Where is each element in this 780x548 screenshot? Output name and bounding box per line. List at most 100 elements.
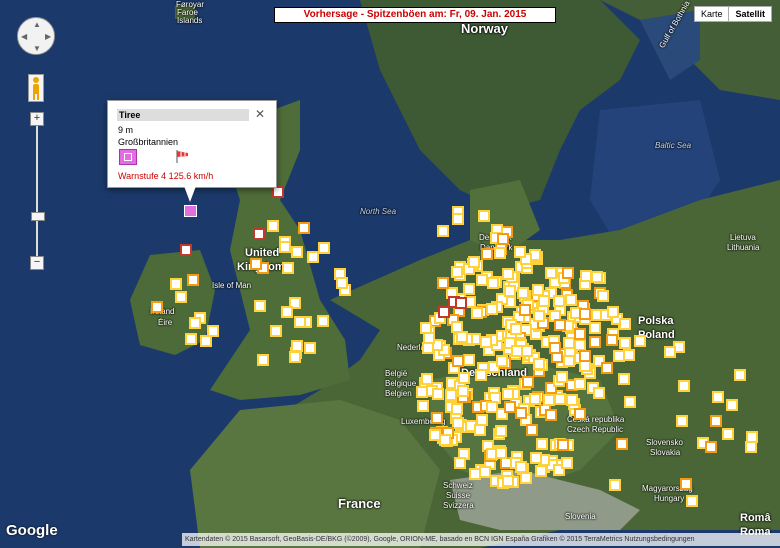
station-marker[interactable] xyxy=(282,262,294,274)
pan-down-icon[interactable]: ▼ xyxy=(33,44,41,53)
station-marker[interactable] xyxy=(151,301,163,313)
station-marker[interactable] xyxy=(536,438,548,450)
station-marker[interactable] xyxy=(445,389,457,401)
station-marker[interactable] xyxy=(478,210,490,222)
pan-right-icon[interactable]: ▶ xyxy=(45,32,51,41)
station-marker[interactable] xyxy=(623,349,635,361)
station-marker[interactable] xyxy=(553,295,565,307)
station-marker[interactable] xyxy=(529,393,541,405)
station-marker[interactable] xyxy=(185,333,197,345)
station-marker[interactable] xyxy=(454,457,466,469)
station-marker[interactable] xyxy=(543,394,555,406)
station-marker[interactable] xyxy=(481,248,493,260)
station-marker[interactable] xyxy=(270,325,282,337)
station-marker[interactable] xyxy=(726,399,738,411)
station-marker-red[interactable] xyxy=(438,306,450,318)
selected-station-marker[interactable] xyxy=(184,205,197,217)
station-marker[interactable] xyxy=(589,322,601,334)
station-marker[interactable] xyxy=(495,447,507,459)
station-marker[interactable] xyxy=(574,408,586,420)
station-marker[interactable] xyxy=(494,247,506,259)
station-marker[interactable] xyxy=(502,475,514,487)
station-marker[interactable] xyxy=(686,495,698,507)
station-marker[interactable] xyxy=(619,318,631,330)
station-marker[interactable] xyxy=(289,351,301,363)
station-marker[interactable] xyxy=(601,362,613,374)
station-marker[interactable] xyxy=(175,291,187,303)
station-marker[interactable] xyxy=(510,323,522,335)
map-attribution[interactable]: Kartendaten © 2015 Basarsoft, GeoBasis-D… xyxy=(182,533,780,546)
station-marker[interactable] xyxy=(291,246,303,258)
map-canvas[interactable]: Norway United Kingdom Ireland Éire Isle … xyxy=(0,0,780,548)
station-marker[interactable] xyxy=(589,336,601,348)
station-marker[interactable] xyxy=(517,287,529,299)
station-marker[interactable] xyxy=(579,350,591,362)
station-marker[interactable] xyxy=(526,424,538,436)
station-marker[interactable] xyxy=(463,354,475,366)
station-marker[interactable] xyxy=(514,246,526,258)
station-marker[interactable] xyxy=(561,457,573,469)
station-marker[interactable] xyxy=(574,378,586,390)
station-marker[interactable] xyxy=(474,424,486,436)
station-marker[interactable] xyxy=(417,400,429,412)
station-marker[interactable] xyxy=(318,242,330,254)
station-marker[interactable] xyxy=(533,358,545,370)
station-marker[interactable] xyxy=(511,345,523,357)
station-marker[interactable] xyxy=(170,278,182,290)
station-marker[interactable] xyxy=(298,222,310,234)
map-type-map-button[interactable]: Karte xyxy=(695,7,729,21)
station-marker[interactable] xyxy=(279,241,291,253)
map-type-satellite-button[interactable]: Satellit xyxy=(728,7,771,21)
station-marker[interactable] xyxy=(549,342,561,354)
station-marker[interactable] xyxy=(591,271,603,283)
pan-left-icon[interactable]: ◀ xyxy=(21,32,27,41)
station-marker[interactable] xyxy=(452,213,464,225)
station-marker[interactable] xyxy=(557,439,569,451)
station-marker[interactable] xyxy=(422,342,434,354)
station-marker[interactable] xyxy=(680,478,692,490)
station-marker[interactable] xyxy=(520,472,532,484)
zoom-slider-track[interactable] xyxy=(36,126,38,258)
station-marker[interactable] xyxy=(480,336,492,348)
station-marker[interactable] xyxy=(471,307,483,319)
station-marker[interactable] xyxy=(556,371,568,383)
station-marker[interactable] xyxy=(710,415,722,427)
station-marker[interactable] xyxy=(421,373,433,385)
station-marker[interactable] xyxy=(317,315,329,327)
station-marker[interactable] xyxy=(486,401,498,413)
pan-control[interactable]: ▲ ▼ ◀ ▶ xyxy=(17,17,55,55)
station-marker[interactable] xyxy=(267,220,279,232)
station-marker[interactable] xyxy=(734,369,746,381)
station-marker[interactable] xyxy=(451,403,463,415)
zoom-slider-handle[interactable] xyxy=(31,212,45,221)
station-marker[interactable] xyxy=(634,335,646,347)
station-marker[interactable] xyxy=(554,319,566,331)
station-marker[interactable] xyxy=(745,441,757,453)
station-marker[interactable] xyxy=(437,277,449,289)
street-view-pegman-icon[interactable] xyxy=(28,74,44,102)
station-marker[interactable] xyxy=(533,310,545,322)
station-marker[interactable] xyxy=(475,369,487,381)
station-marker[interactable] xyxy=(496,355,508,367)
station-marker[interactable] xyxy=(437,225,449,237)
station-marker[interactable] xyxy=(456,331,468,343)
station-marker[interactable] xyxy=(254,300,266,312)
station-marker[interactable] xyxy=(678,380,690,392)
station-marker[interactable] xyxy=(451,266,463,278)
station-marker[interactable] xyxy=(580,270,592,282)
station-marker[interactable] xyxy=(565,294,577,306)
station-marker[interactable] xyxy=(705,441,717,453)
station-marker[interactable] xyxy=(504,401,516,413)
zoom-out-button[interactable]: − xyxy=(30,256,44,270)
station-marker-red[interactable] xyxy=(253,228,265,240)
station-marker[interactable] xyxy=(304,342,316,354)
station-marker[interactable] xyxy=(619,337,631,349)
station-marker[interactable] xyxy=(207,325,219,337)
pan-up-icon[interactable]: ▲ xyxy=(33,20,41,29)
station-marker[interactable] xyxy=(291,340,303,352)
station-marker[interactable] xyxy=(624,396,636,408)
station-marker[interactable] xyxy=(579,308,591,320)
station-marker[interactable] xyxy=(502,268,514,280)
station-marker[interactable] xyxy=(294,316,306,328)
station-marker[interactable] xyxy=(618,373,630,385)
